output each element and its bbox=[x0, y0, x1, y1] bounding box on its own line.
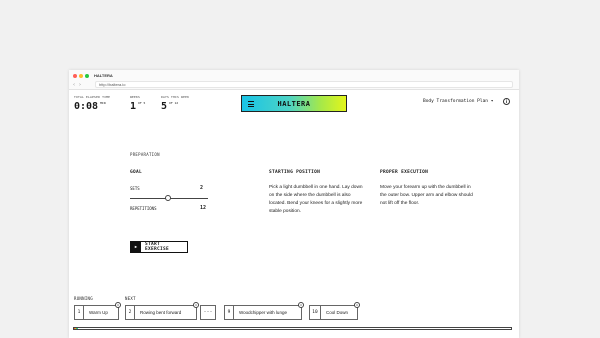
sets-value: 2 bbox=[200, 185, 204, 191]
workout-progress-fill bbox=[74, 328, 79, 329]
running-label: RUNNING bbox=[74, 296, 93, 301]
card-number: 10 bbox=[310, 306, 321, 319]
close-dot[interactable] bbox=[73, 74, 77, 78]
minimize-dot[interactable] bbox=[79, 74, 83, 78]
card-info-icon[interactable]: i bbox=[115, 302, 121, 308]
logo-menu-bar[interactable]: HALTERA bbox=[241, 95, 347, 112]
queue-ellipsis[interactable]: ... bbox=[200, 305, 216, 320]
info-icon[interactable]: i bbox=[503, 98, 510, 105]
browser-chrome: HALTERA ‹ › http://haltera.io bbox=[69, 70, 519, 90]
tab-title[interactable]: HALTERA bbox=[94, 73, 113, 78]
queue-card-next-3[interactable]: 10 Cool Down i bbox=[309, 302, 360, 320]
stat-days-label: DAYS THIS WEEK bbox=[161, 95, 190, 99]
window-controls bbox=[73, 74, 89, 78]
nav-buttons: ‹ › bbox=[73, 82, 81, 88]
queue-card-next-1[interactable]: 2 Rowing bent forward i bbox=[125, 302, 199, 320]
stat-elapsed: TOTAL ELAPSED TIME 0:08 MIN bbox=[74, 95, 110, 112]
card-label: Cool Down bbox=[326, 310, 349, 315]
app-page: TOTAL ELAPSED TIME 0:08 MIN WEEKS 1 OF 5 D… bbox=[69, 90, 519, 338]
queue-card-next-2[interactable]: 9 Woodchipper with lunge i bbox=[224, 302, 304, 320]
card-info-icon[interactable]: i bbox=[193, 302, 199, 308]
maximize-dot[interactable] bbox=[85, 74, 89, 78]
stat-weeks: WEEKS 1 OF 5 bbox=[130, 95, 145, 112]
goal-title: GOAL bbox=[130, 170, 143, 175]
card-info-icon[interactable]: i bbox=[354, 302, 360, 308]
card-number: 2 bbox=[126, 306, 135, 319]
back-icon[interactable]: ‹ bbox=[73, 82, 75, 88]
reps-value: 12 bbox=[200, 205, 207, 211]
preparation-label: PREPARATION bbox=[130, 152, 160, 157]
stat-weeks-value: 1 OF 5 bbox=[130, 101, 146, 112]
sets-reps-slider-knob[interactable] bbox=[165, 195, 171, 201]
workout-progress-bar bbox=[73, 327, 512, 330]
forward-icon[interactable]: › bbox=[79, 82, 81, 88]
browser-window: HALTERA ‹ › http://haltera.io TOTAL ELAP… bbox=[69, 70, 519, 338]
play-icon: ▶ bbox=[131, 242, 141, 252]
card-info-icon[interactable]: i bbox=[298, 302, 304, 308]
proper-execution-title: PROPER EXECUTION bbox=[380, 170, 429, 175]
proper-execution-text: Move your forearm up with the dumbbell i… bbox=[380, 185, 473, 206]
reps-label: REPETITIONS bbox=[130, 206, 157, 211]
starting-position-text: Pick a light dumbbell in one hand. Lay d… bbox=[269, 185, 363, 214]
stat-weeks-label: WEEKS bbox=[130, 95, 141, 99]
queue-card-running[interactable]: 1 Warm Up i bbox=[74, 302, 121, 320]
card-label: Rowing bent forward bbox=[140, 310, 182, 315]
stat-days: DAYS THIS WEEK 5 OF 12 bbox=[161, 95, 189, 112]
next-label: NEXT bbox=[125, 296, 136, 301]
start-exercise-label: START EXERCISE bbox=[144, 242, 170, 252]
logo-text: HALTERA bbox=[277, 99, 311, 108]
menu-icon[interactable] bbox=[248, 101, 254, 107]
stat-elapsed-value: 0:08 MIN bbox=[74, 101, 106, 112]
sets-label: SETS bbox=[130, 186, 140, 191]
starting-position-title: STARTING POSITION bbox=[269, 170, 321, 175]
plan-selector[interactable]: Body Transformation Plan ▾ bbox=[423, 99, 493, 104]
card-number: 1 bbox=[75, 306, 84, 319]
stat-days-value: 5 OF 12 bbox=[161, 101, 179, 112]
card-number: 9 bbox=[225, 306, 234, 319]
card-label: Woodchipper with lunge bbox=[239, 310, 287, 315]
start-exercise-button[interactable]: ▶ START EXERCISE bbox=[130, 241, 188, 253]
address-bar[interactable]: http://haltera.io bbox=[95, 81, 513, 88]
card-label: Warm Up bbox=[89, 310, 108, 315]
stat-elapsed-label: TOTAL ELAPSED TIME bbox=[74, 95, 111, 99]
